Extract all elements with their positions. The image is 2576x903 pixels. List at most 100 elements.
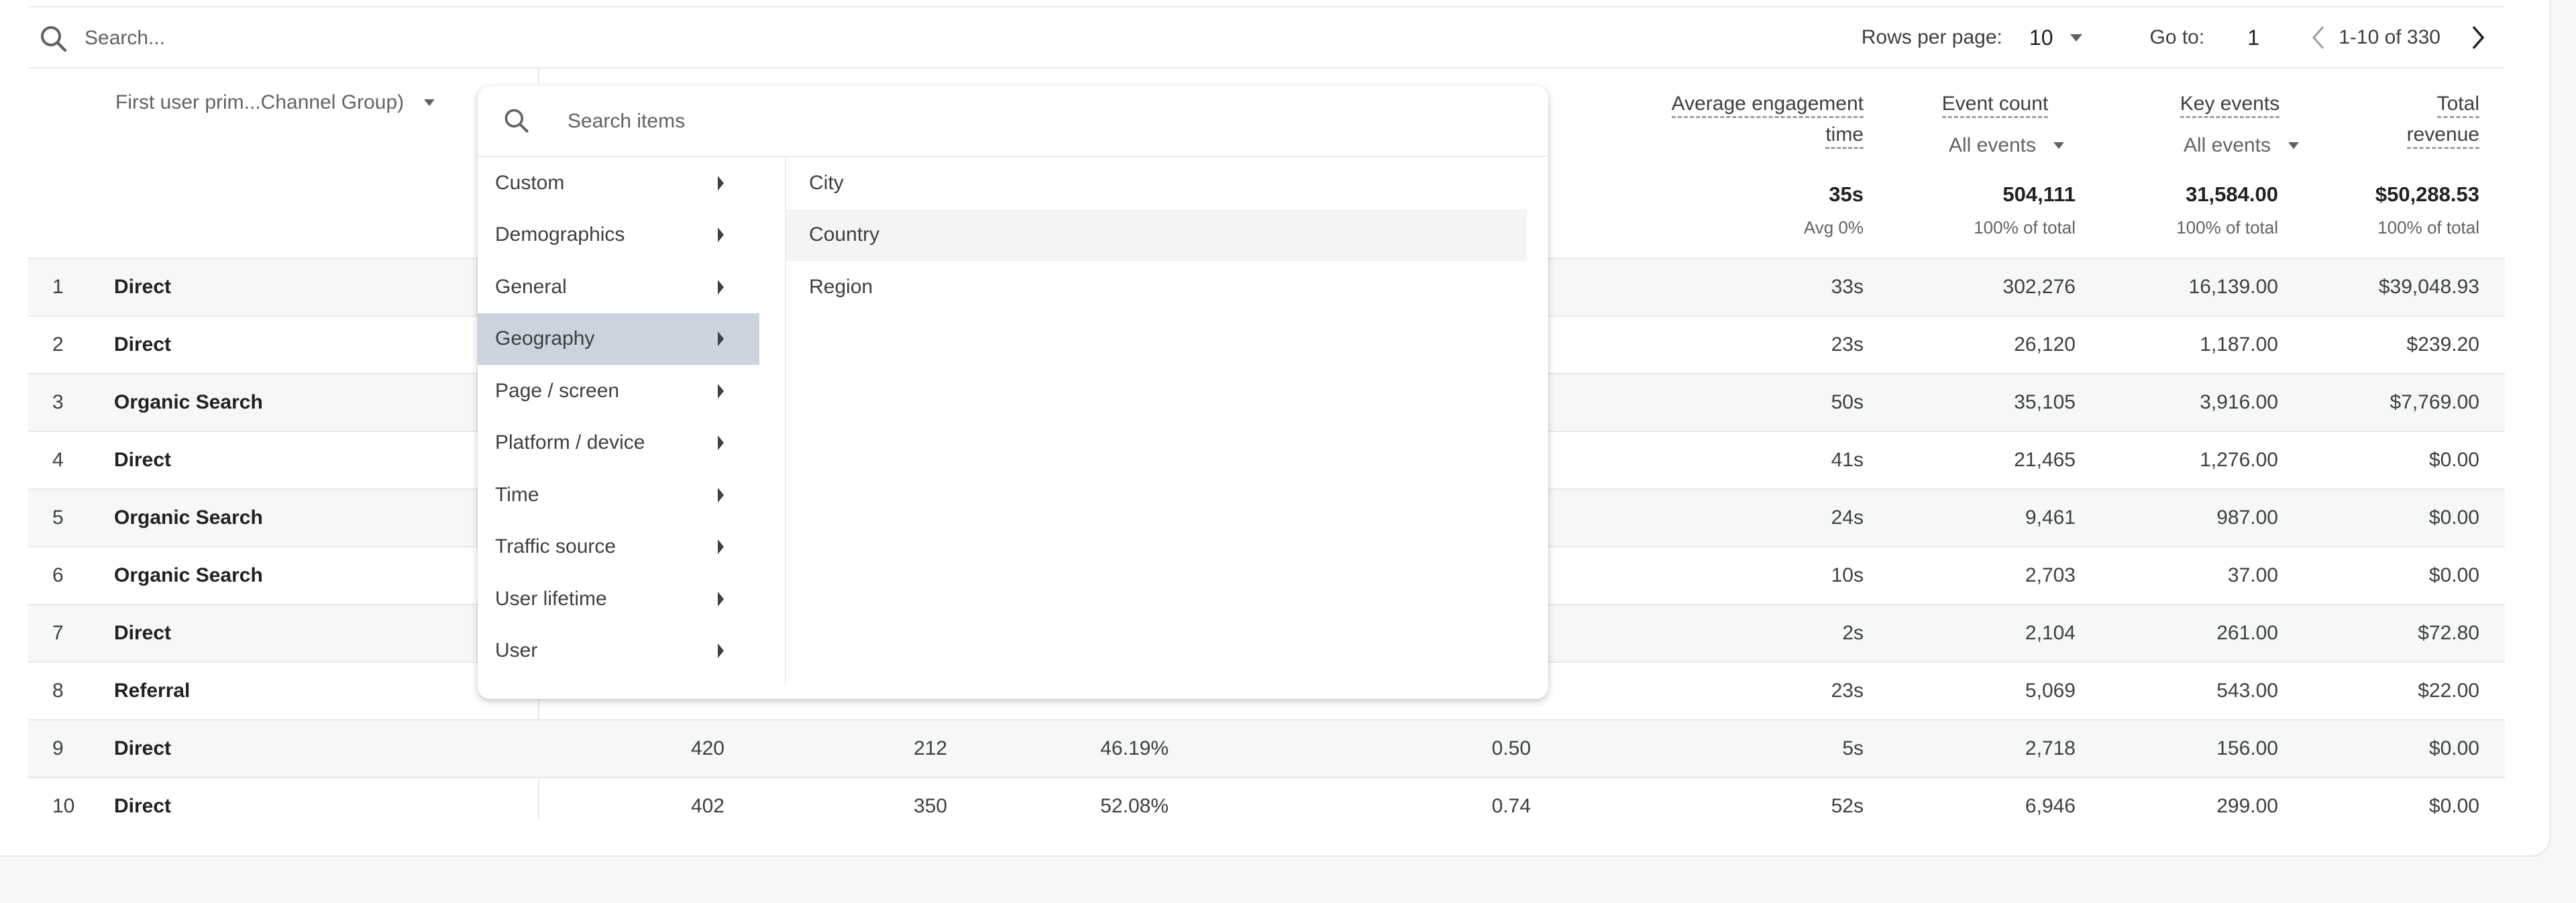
cell-channel-group: Referral [114, 680, 191, 702]
category-item-demographics[interactable]: Demographics [478, 209, 759, 262]
total-value: 504,111 [2002, 182, 2076, 206]
cell-event-count: 6,946 [2025, 795, 2076, 817]
cell-event-count: 5,069 [2025, 680, 2076, 702]
total-sub: Avg 0% [1803, 217, 1864, 237]
row-index: 7 [52, 622, 64, 644]
rows-per-page-value: 10 [2029, 25, 2053, 50]
previous-page-button[interactable] [2305, 21, 2332, 54]
cell-key-events: 261.00 [2216, 622, 2278, 644]
cell-total-revenue: $0.00 [2428, 795, 2479, 817]
cell-channel-group: Organic Search [114, 507, 263, 529]
category-item-time[interactable]: Time [478, 469, 759, 521]
rows-per-page-select[interactable]: 10 [2029, 25, 2083, 50]
caret-down-icon [424, 99, 435, 106]
cell-new-users: 350 [913, 795, 947, 817]
sub-item-city[interactable]: City [786, 157, 1527, 209]
submenu-arrow-icon [718, 435, 724, 451]
cell-channel-group: Direct [114, 333, 172, 356]
cell-avg-engagement-time: 23s [1831, 680, 1864, 702]
submenu-arrow-icon [718, 539, 724, 555]
dropdown-search-input[interactable] [566, 103, 1441, 140]
key-event-filter-select[interactable]: All events [2149, 119, 2310, 172]
submenu-arrow-icon [718, 591, 724, 606]
cell-engaged-sessions-per-user: 0.74 [1491, 795, 1531, 817]
search-icon [41, 26, 67, 52]
cell-total-revenue: $72.80 [2418, 622, 2479, 644]
cell-key-events: 543.00 [2216, 680, 2278, 702]
row-index: 2 [52, 333, 64, 356]
row-index: 4 [52, 449, 64, 471]
cell-total-revenue: $7,769.00 [2390, 391, 2479, 413]
cell-event-count: 2,718 [2025, 737, 2076, 759]
chevron-right-icon [2472, 25, 2485, 50]
row-index: 8 [52, 680, 64, 702]
column-header-label: time [1825, 123, 1864, 149]
total-value: $50,288.53 [2375, 182, 2479, 206]
category-item-user[interactable]: User [478, 625, 759, 678]
column-header-key-events[interactable]: Key events All events [2149, 89, 2310, 172]
column-header-total-revenue[interactable]: Total revenue [2345, 89, 2479, 150]
cell-engagement-rate: 52.08% [1100, 795, 1169, 817]
goto-page-input[interactable]: 1 [2247, 25, 2288, 50]
dimension-selector[interactable]: First user prim...Channel Group) [115, 91, 435, 114]
cell-avg-engagement-time: 10s [1831, 564, 1864, 586]
cell-key-events: 1,187.00 [2200, 333, 2278, 356]
category-label: Custom [495, 171, 565, 194]
cell-key-events: 37.00 [2227, 564, 2278, 586]
column-header-label: Average engagement [1671, 93, 1864, 118]
category-item-traffic-source[interactable]: Traffic source [478, 521, 759, 574]
total-value: 31,584.00 [2186, 182, 2278, 206]
category-label: User lifetime [495, 587, 607, 610]
cell-key-events: 1,276.00 [2200, 449, 2278, 471]
column-header-label: Key events [2180, 93, 2280, 118]
cell-avg-engagement-time: 41s [1831, 449, 1864, 471]
row-index: 10 [52, 795, 75, 817]
column-header-event-count[interactable]: Event count All events [1915, 89, 2076, 172]
cell-total-revenue: $0.00 [2428, 564, 2479, 586]
total-avg-engagement: 35s Avg 0% [1804, 182, 1864, 238]
cell-key-events: 156.00 [2216, 737, 2278, 759]
total-revenue: $50,288.53 100% of total [2375, 182, 2479, 238]
cell-engagement-rate: 46.19% [1100, 737, 1169, 759]
category-item-general[interactable]: General [478, 261, 759, 313]
category-item-geography[interactable]: Geography [478, 313, 759, 365]
category-label: Demographics [495, 223, 625, 246]
category-label: General [495, 275, 567, 298]
category-item-user-lifetime[interactable]: User lifetime [478, 573, 759, 625]
category-item-platform-device[interactable]: Platform / device [478, 417, 759, 470]
category-list: Custom Demographics General Geography Page /… [478, 157, 759, 684]
rows-per-page-label: Rows per page: [1861, 26, 2002, 48]
category-label: Platform / device [495, 431, 645, 454]
column-header-label: revenue [2406, 123, 2479, 149]
event-filter-select[interactable]: All events [1915, 119, 2076, 172]
sub-item-region[interactable]: Region [786, 261, 1527, 313]
category-label: Traffic source [495, 535, 616, 558]
cell-avg-engagement-time: 2s [1842, 622, 1864, 644]
cell-total-revenue: $39,048.93 [2378, 276, 2479, 298]
total-sub: 100% of total [2176, 217, 2278, 237]
caret-down-icon [2070, 34, 2083, 42]
category-item-page-screen[interactable]: Page / screen [478, 365, 759, 417]
sub-item-list: City Country Region [786, 157, 1527, 313]
cell-event-count: 302,276 [2002, 276, 2076, 298]
sub-item-country[interactable]: Country [786, 209, 1527, 261]
column-header-avg-engagement-time[interactable]: Average engagement time [1595, 89, 1864, 150]
column-header-label: Total [2436, 93, 2479, 118]
cell-avg-engagement-time: 50s [1831, 391, 1864, 413]
category-item-custom[interactable]: Custom [478, 157, 759, 209]
dimension-picker-dropdown: Custom Demographics General Geography Page /… [478, 86, 1548, 699]
submenu-arrow-icon [718, 227, 724, 243]
cell-key-events: 3,916.00 [2200, 391, 2278, 413]
cell-avg-engagement-time: 23s [1831, 333, 1864, 356]
table-row[interactable]: 9 Direct 420 212 46.19% 0.50 5s 2,718 156.00 $0.0… [28, 719, 2505, 777]
cell-channel-group: Direct [114, 737, 172, 759]
divider [28, 6, 2505, 7]
cell-channel-group: Organic Search [114, 564, 263, 586]
cell-total-revenue: $0.00 [2428, 507, 2479, 529]
row-index: 3 [52, 391, 64, 413]
table-row[interactable]: 10 Direct 402 350 52.08% 0.74 52s 6,946 299.00 $0… [28, 777, 2505, 835]
next-page-button[interactable] [2465, 21, 2491, 54]
table-search-input[interactable] [83, 17, 1025, 59]
cell-key-events: 16,139.00 [2188, 276, 2278, 298]
dropdown-search [478, 86, 1548, 157]
